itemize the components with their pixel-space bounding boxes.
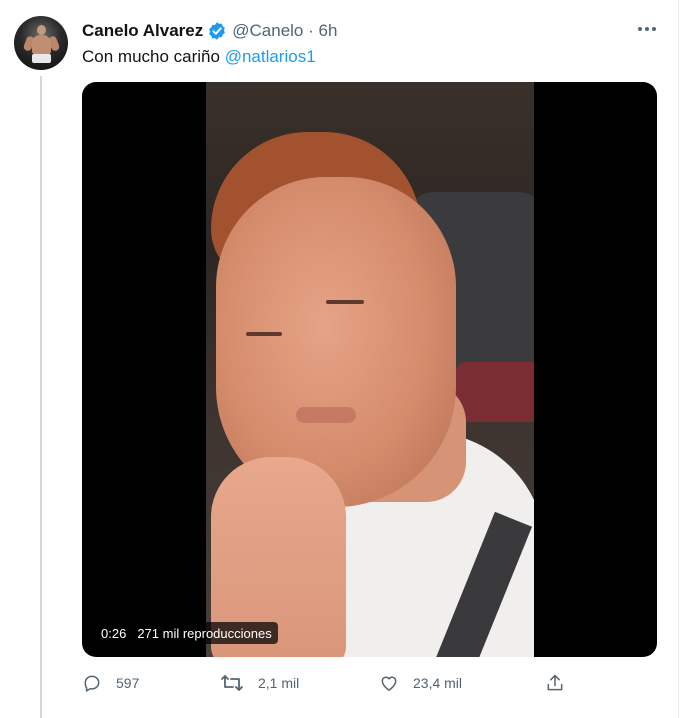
video-info-badge: 0:26 271 mil reproducciones	[95, 622, 278, 644]
tweet-header: Canelo Alvarez @Canelo · 6h	[82, 20, 337, 42]
mention-link[interactable]: @natlarios1	[225, 47, 316, 66]
avatar-figure-body	[32, 35, 51, 55]
more-dot	[652, 27, 656, 31]
share-icon	[545, 673, 565, 693]
tweet-body: Con mucho cariño	[82, 47, 225, 66]
more-dot	[638, 27, 642, 31]
avatar-figure-head	[37, 25, 46, 35]
avatar-figure-shorts	[32, 54, 51, 63]
author-handle-time[interactable]: @Canelo · 6h	[232, 21, 337, 41]
reply-count: 597	[116, 675, 140, 691]
tweet-card: Canelo Alvarez @Canelo · 6h Con mucho ca…	[0, 0, 700, 718]
heart-icon	[379, 673, 399, 693]
car-seat	[456, 362, 534, 422]
retweet-button[interactable]: 2,1 mil	[220, 670, 299, 696]
share-button[interactable]	[545, 670, 565, 696]
video-player[interactable]: 0:26 271 mil reproducciones	[82, 82, 657, 657]
person-eye	[246, 332, 282, 336]
person-face	[216, 177, 456, 507]
person-lips	[296, 407, 356, 423]
thread-line	[40, 76, 42, 718]
tweet-text: Con mucho cariño @natlarios1	[82, 47, 316, 67]
video-views: 271 mil reproducciones	[137, 625, 272, 641]
avatar[interactable]	[14, 16, 68, 70]
like-count: 23,4 mil	[413, 675, 463, 691]
column-divider	[678, 0, 679, 718]
video-duration: 0:26	[101, 625, 127, 641]
person-eye	[326, 300, 364, 304]
like-button[interactable]: 23,4 mil	[379, 670, 462, 696]
retweet-icon	[220, 673, 244, 693]
author-name[interactable]: Canelo Alvarez	[82, 21, 203, 41]
verified-badge-icon	[207, 21, 227, 41]
video-frame	[206, 82, 534, 657]
reply-icon	[82, 673, 102, 693]
more-dot	[645, 27, 649, 31]
retweet-count: 2,1 mil	[258, 675, 300, 691]
reply-button[interactable]: 597	[82, 670, 139, 696]
more-icon[interactable]	[634, 18, 660, 40]
tweet-actions: 597 2,1 mil 23,4 mil	[82, 670, 582, 696]
